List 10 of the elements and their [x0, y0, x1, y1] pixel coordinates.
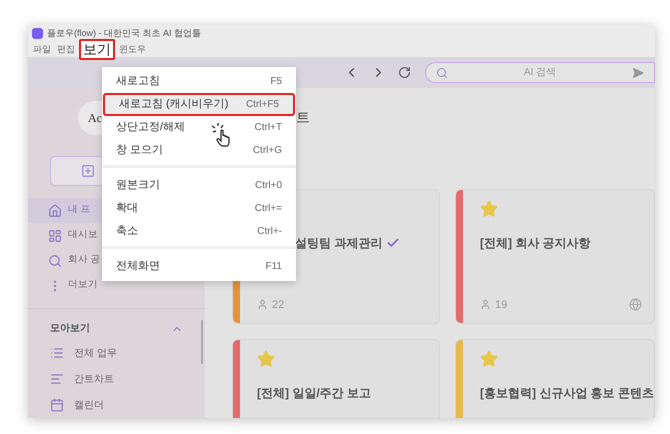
card-title: 설팅팀 과제관리 — [295, 235, 382, 252]
card-title: [홍보협력] 신규사업 홍보 콘텐츠 — [480, 385, 654, 402]
card-title: [전체] 일일/주간 보고 — [257, 385, 371, 402]
page-heading: 트 — [296, 109, 310, 125]
member-count: 19 — [495, 298, 508, 312]
section-title: 모아보기 — [50, 322, 90, 336]
member-count: 22 — [272, 298, 284, 312]
logo-text: Ac — [88, 110, 102, 127]
window-title: 플로우(flow) - 대한민국 최초 AI 협업툴 — [47, 26, 202, 40]
card-title: [전체] 회사 공지사항 — [480, 235, 591, 252]
